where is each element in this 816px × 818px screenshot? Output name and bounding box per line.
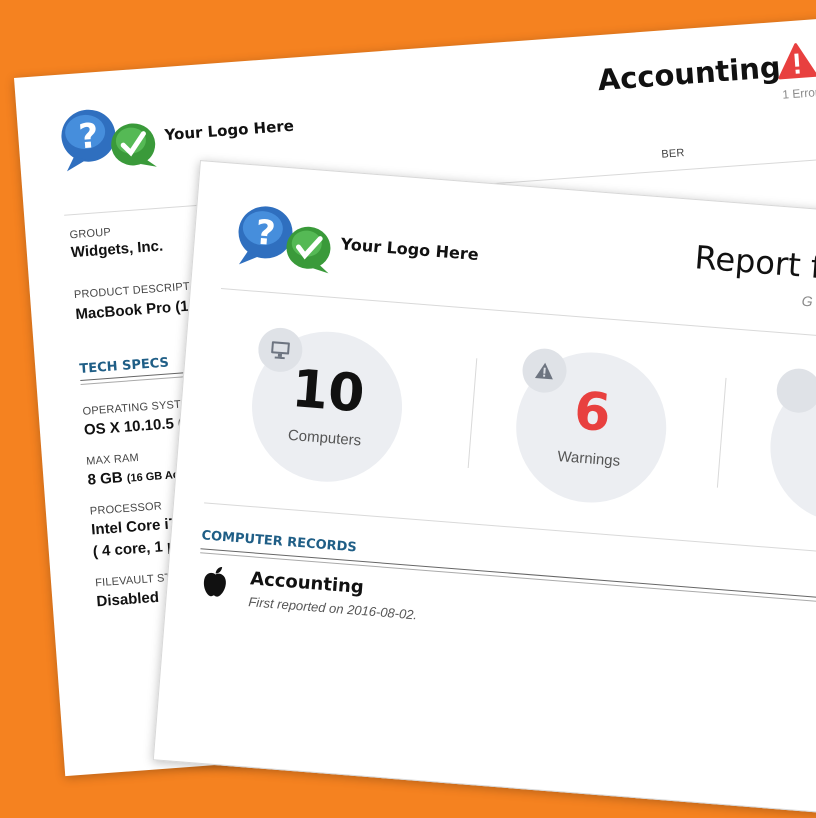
monitor-icon <box>271 341 290 360</box>
max-ram-amount: 8 GB <box>87 469 124 489</box>
question-bubble-icon: ? <box>61 109 157 172</box>
page-title: Accounting <box>596 49 782 98</box>
svg-text:?: ? <box>254 213 277 254</box>
filevault-value: Disabled <box>95 588 160 611</box>
group-label: GROUP <box>69 226 112 242</box>
warning-icon <box>534 362 553 380</box>
processor-value: Intel Core i7 <box>90 515 178 539</box>
record-subtitle: First reported on 2016-08-02. <box>247 594 418 623</box>
logo-text: Your Logo Here <box>340 233 480 264</box>
processor-cores: ( 4 core, 1 p <box>92 537 177 561</box>
divider <box>220 288 816 341</box>
error-icon <box>778 43 816 80</box>
max-ram-value: 8 GB (16 GB Ac <box>87 465 179 489</box>
question-bubble-icon: ? <box>238 206 331 274</box>
group-value: Widgets, Inc. <box>70 237 164 262</box>
company-logo: ? Your Logo Here <box>233 202 482 287</box>
apple-icon <box>203 566 226 597</box>
report-title: Report fo <box>693 238 816 288</box>
warnings-caption: Warnings <box>556 447 621 470</box>
error-summary: 1 Error <box>781 85 816 102</box>
product-description-value: MacBook Pro (1 <box>74 297 190 324</box>
report-subtitle: G <box>801 292 814 310</box>
stat-divider <box>467 358 478 469</box>
max-ram-note: (16 GB Ac <box>126 469 180 485</box>
company-logo: ? Your Logo Here <box>56 93 296 176</box>
logo-text: Your Logo Here <box>163 116 295 145</box>
operating-system-value: OS X 10.10.5 ( <box>83 414 184 439</box>
stat-divider <box>716 377 727 488</box>
computers-caption: Computers <box>287 426 362 450</box>
partial-field-label: BER <box>660 147 685 161</box>
record-title[interactable]: Accounting <box>249 568 364 598</box>
front-report-page: ? Your Logo Here Report fo G 10 Computer… <box>152 160 816 816</box>
svg-text:?: ? <box>77 116 100 157</box>
processor-label: PROCESSOR <box>89 500 163 518</box>
max-ram-label: MAX RAM <box>85 451 140 468</box>
